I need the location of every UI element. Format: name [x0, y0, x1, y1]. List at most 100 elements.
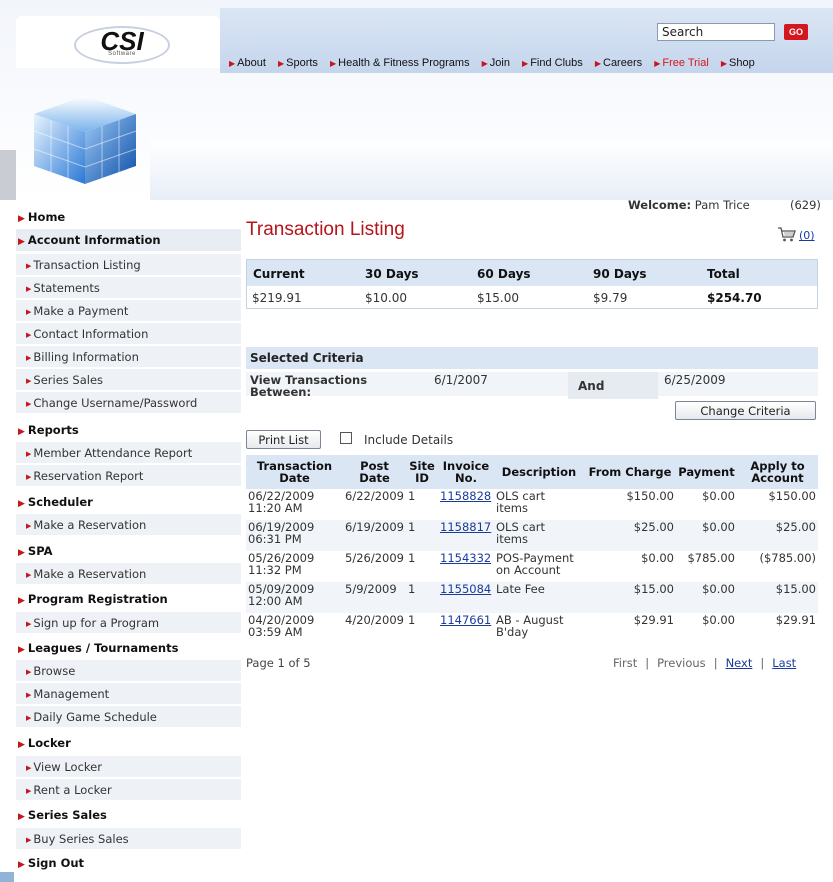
cell-apply: $15.00	[737, 582, 818, 613]
nav-shop[interactable]: ▶ Shop	[721, 57, 755, 69]
triangle-right-icon: ▶	[229, 59, 236, 68]
nav-find-clubs[interactable]: ▶ Find Clubs	[522, 57, 583, 69]
nav-join[interactable]: ▶ Join	[482, 57, 510, 69]
sidebar-item-account-information[interactable]: ▶ Account Information	[16, 229, 241, 251]
sidebar-item-contact-information[interactable]: ▶ Contact Information	[16, 323, 241, 345]
search-go-button[interactable]: GO	[784, 24, 808, 40]
triangle-right-icon: ▶	[26, 285, 32, 293]
sidebar-item-daily-game-schedule[interactable]: ▶ Daily Game Schedule	[16, 706, 241, 728]
sidebar-item-label: Sign Out	[27, 856, 85, 870]
invoice-link[interactable]: 1147661	[440, 613, 491, 627]
table-row: 04/20/2009 03:59 AM 4/20/2009 1 1147661 A…	[246, 613, 818, 644]
cell-apply: $25.00	[737, 520, 818, 551]
sidebar-item-member-attendance-report[interactable]: ▶ Member Attendance Report	[16, 442, 241, 464]
cell-apply: $29.91	[775, 613, 816, 627]
sidebar-item-sign-out[interactable]: ▶ Sign Out	[16, 852, 241, 874]
sidebar-item-label: Sign up for a Program	[33, 616, 160, 630]
print-list-button[interactable]: Print List	[246, 430, 321, 449]
change-criteria-button[interactable]: Change Criteria	[675, 401, 816, 420]
col-label: Date	[279, 471, 310, 485]
sidebar-item-rent-locker[interactable]: ▶ Rent a Locker	[16, 779, 241, 801]
cell-charge: $25.00	[584, 520, 676, 551]
logo-panel: CSI Software	[16, 16, 220, 68]
sidebar-item-spa-make-reservation[interactable]: ▶ Make a Reservation	[16, 563, 241, 585]
summary-header-total: Total	[707, 267, 740, 281]
time-line: 11:20 AM	[248, 501, 303, 515]
triangle-right-icon: ▶	[329, 59, 337, 68]
cell-charge: $15.00	[584, 582, 676, 613]
sidebar-item-label: Billing Information	[33, 350, 139, 364]
triangle-right-icon: ▶	[26, 400, 32, 408]
sidebar-item-series-sales[interactable]: ▶ Series Sales	[16, 369, 241, 391]
sidebar-item-label: Contact Information	[33, 327, 149, 341]
invoice-link[interactable]: 1154332	[440, 551, 491, 565]
criteria-label-line2: Between:	[250, 385, 312, 399]
sidebar-item-label: Buy Series Sales	[33, 832, 129, 846]
sidebar-item-reports[interactable]: ▶ Reports	[16, 419, 241, 441]
triangle-right-icon: ▶	[26, 620, 32, 628]
sidebar-item-buy-series-sales[interactable]: ▶ Buy Series Sales	[16, 828, 241, 850]
pager-last[interactable]: Last	[772, 656, 796, 670]
sidebar-item-make-payment[interactable]: ▶ Make a Payment	[16, 300, 241, 322]
csi-logo[interactable]: CSI Software	[74, 26, 170, 64]
criteria-title: Selected Criteria	[246, 347, 818, 369]
sidebar-item-label: View Locker	[33, 760, 102, 774]
sidebar-item-leagues-tournaments[interactable]: ▶ Leagues / Tournaments	[16, 637, 241, 659]
nav-about[interactable]: ▶ About	[229, 57, 266, 69]
invoice-link[interactable]: 1155084	[440, 582, 491, 596]
triangle-right-icon: ▶	[26, 764, 32, 772]
invoice-link[interactable]: 1158817	[440, 520, 491, 534]
nav-label: Join	[489, 57, 510, 69]
nav-careers[interactable]: ▶ Careers	[595, 57, 642, 69]
desc-line: B'day	[496, 625, 529, 639]
cell-date: 04/20/2009 03:59 AM	[246, 613, 343, 644]
nav-sports[interactable]: ▶ Sports	[278, 57, 318, 69]
triangle-right-icon: ▶	[18, 812, 25, 822]
sidebar-item-label: Reports	[27, 423, 79, 437]
sidebar-item-scheduler[interactable]: ▶ Scheduler	[16, 491, 241, 513]
sidebar-item-locker[interactable]: ▶ Locker	[16, 732, 241, 754]
sidebar-item-reservation-report[interactable]: ▶ Reservation Report	[16, 465, 241, 487]
pager-previous: Previous	[657, 656, 706, 670]
summary-value-60: $15.00	[477, 291, 519, 305]
cell-date: 05/09/2009 12:00 AM	[246, 582, 343, 613]
cart-count-link[interactable]: (0)	[799, 229, 815, 242]
table-row: 06/22/2009 11:20 AM 6/22/2009 1 1158828 O…	[246, 489, 818, 520]
invoice-link[interactable]: 1158828	[440, 489, 491, 503]
sidebar-item-label: SPA	[27, 544, 53, 558]
sidebar-item-spa[interactable]: ▶ SPA	[16, 540, 241, 562]
sidebar-item-label: Transaction Listing	[33, 258, 141, 272]
shopping-cart-icon[interactable]	[777, 226, 797, 242]
triangle-right-icon: ▶	[720, 59, 728, 68]
sidebar-item-change-username-password[interactable]: ▶ Change Username/Password	[16, 392, 241, 414]
cell-description: Late Fee	[494, 582, 584, 613]
sidebar-item-management[interactable]: ▶ Management	[16, 683, 241, 705]
sidebar-item-transaction-listing[interactable]: ▶ Transaction Listing	[16, 254, 241, 276]
sidebar-item-browse[interactable]: ▶ Browse	[16, 660, 241, 682]
pager-separator: |	[760, 656, 765, 670]
sidebar-item-sign-up-program[interactable]: ▶ Sign up for a Program	[16, 612, 241, 634]
triangle-right-icon: ▶	[26, 377, 32, 385]
sidebar-item-series-sales-section[interactable]: ▶ Series Sales	[16, 804, 241, 826]
triangle-right-icon: ▶	[277, 59, 285, 68]
nav-health-fitness[interactable]: ▶ Health & Fitness Programs	[330, 57, 470, 69]
sidebar-item-label: Locker	[27, 736, 71, 750]
sidebar-item-program-registration[interactable]: ▶ Program Registration	[16, 588, 241, 610]
table-row: 05/09/2009 12:00 AM 5/9/2009 1 1155084 La…	[246, 582, 818, 613]
include-details-checkbox[interactable]	[340, 432, 352, 444]
sidebar-item-billing-information[interactable]: ▶ Billing Information	[16, 346, 241, 368]
search-input[interactable]	[657, 23, 775, 41]
sidebar-item-view-locker[interactable]: ▶ View Locker	[16, 756, 241, 778]
cell-charge: $29.91	[633, 613, 674, 627]
transaction-table: Transaction Date Post Date Site ID Invoice N…	[246, 455, 818, 644]
sidebar-item-label: Make a Payment	[33, 304, 129, 318]
nav-free-trial[interactable]: ▶ Free Trial	[654, 57, 709, 69]
pager-next[interactable]: Next	[726, 656, 753, 670]
sidebar-item-make-reservation[interactable]: ▶ Make a Reservation	[16, 514, 241, 536]
cell-description: OLS cart items	[494, 520, 584, 551]
cell-apply: $150.00	[768, 489, 816, 503]
sidebar-item-statements[interactable]: ▶ Statements	[16, 277, 241, 299]
nav-label: About	[237, 57, 266, 69]
sidebar-item-home[interactable]: ▶ Home	[16, 206, 241, 228]
cell-post-date: 6/22/2009	[345, 489, 404, 503]
